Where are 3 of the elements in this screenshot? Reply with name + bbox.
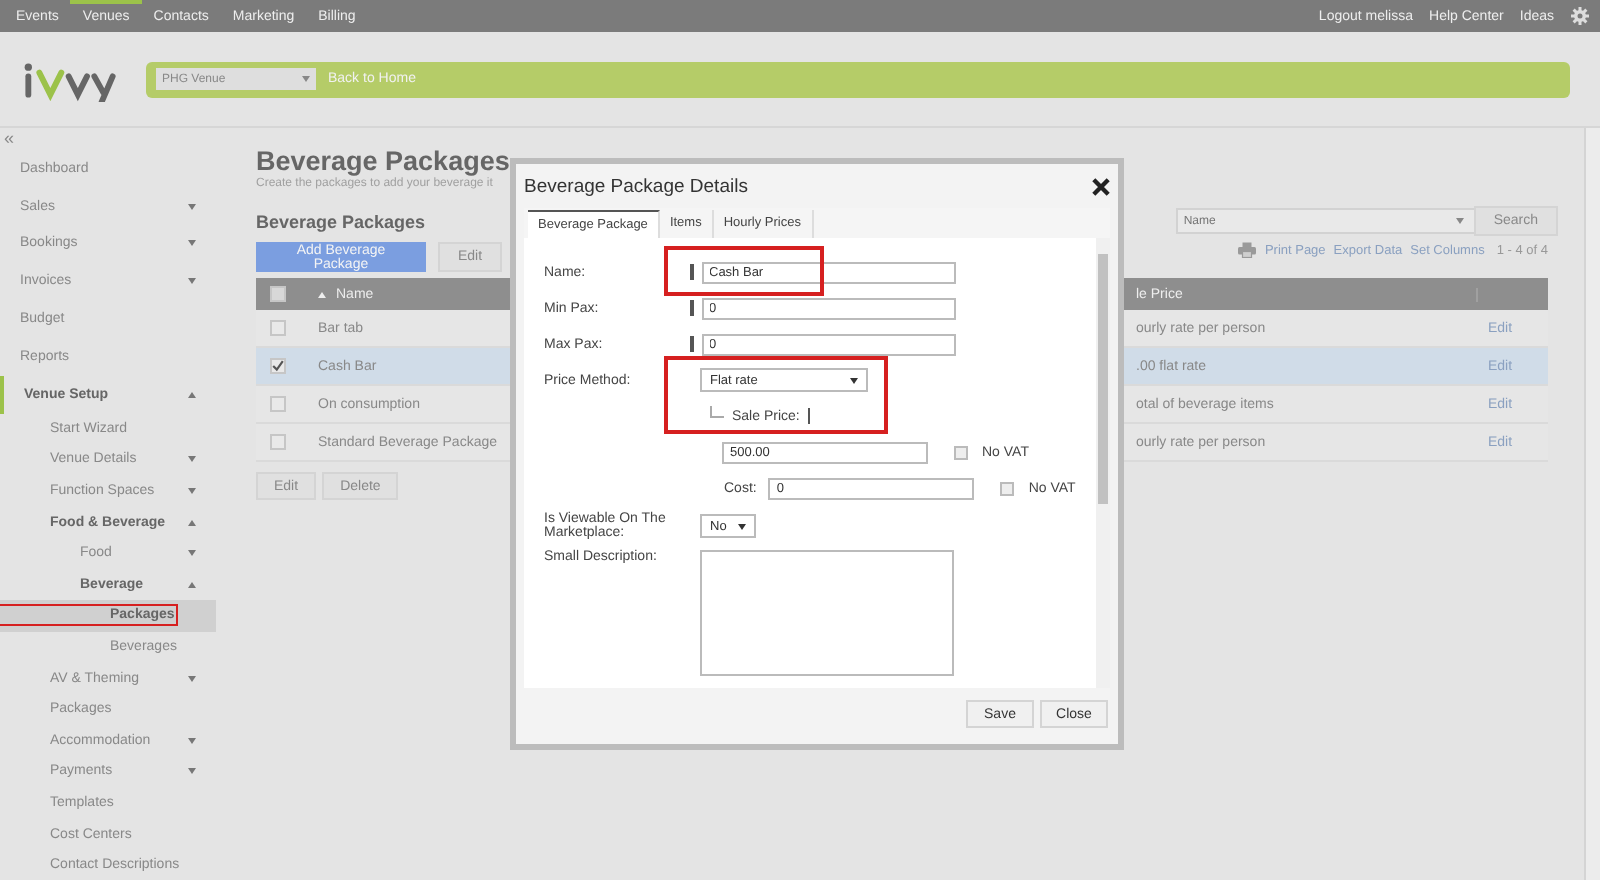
section-title: Beverage Packages (256, 211, 426, 231)
page-title: Beverage Packages (256, 146, 510, 176)
dialog-title: Beverage Package Details (524, 175, 748, 197)
